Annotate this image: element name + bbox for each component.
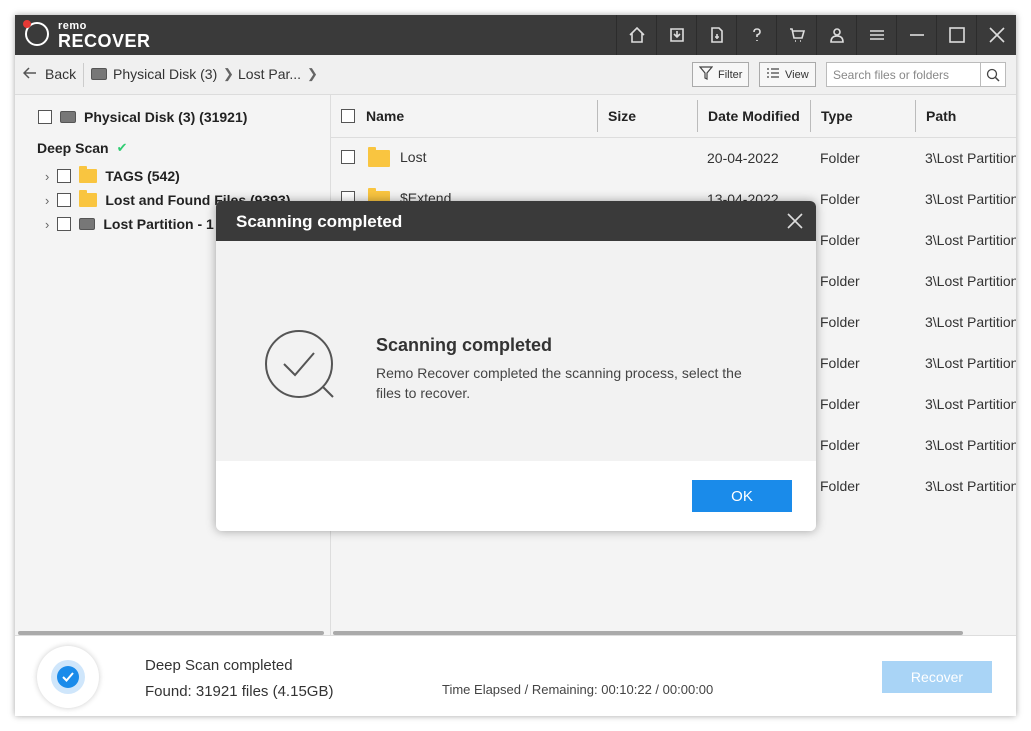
scan-complete-icon: [264, 329, 344, 414]
dialog-close-icon[interactable]: [784, 210, 806, 232]
dialog-body: Scanning completed Remo Recover complete…: [216, 241, 816, 461]
modal-overlay: Scanning completed Scanning completed Re…: [0, 0, 1031, 731]
dialog-footer: OK: [216, 461, 816, 531]
dialog-message-text: Remo Recover completed the scanning proc…: [376, 365, 742, 401]
dialog-title: Scanning completed: [236, 212, 403, 231]
dialog-header: Scanning completed: [216, 201, 816, 241]
scan-complete-dialog: Scanning completed Scanning completed Re…: [216, 201, 816, 531]
dialog-message-title: Scanning completed: [376, 335, 553, 355]
ok-button[interactable]: OK: [692, 480, 792, 512]
